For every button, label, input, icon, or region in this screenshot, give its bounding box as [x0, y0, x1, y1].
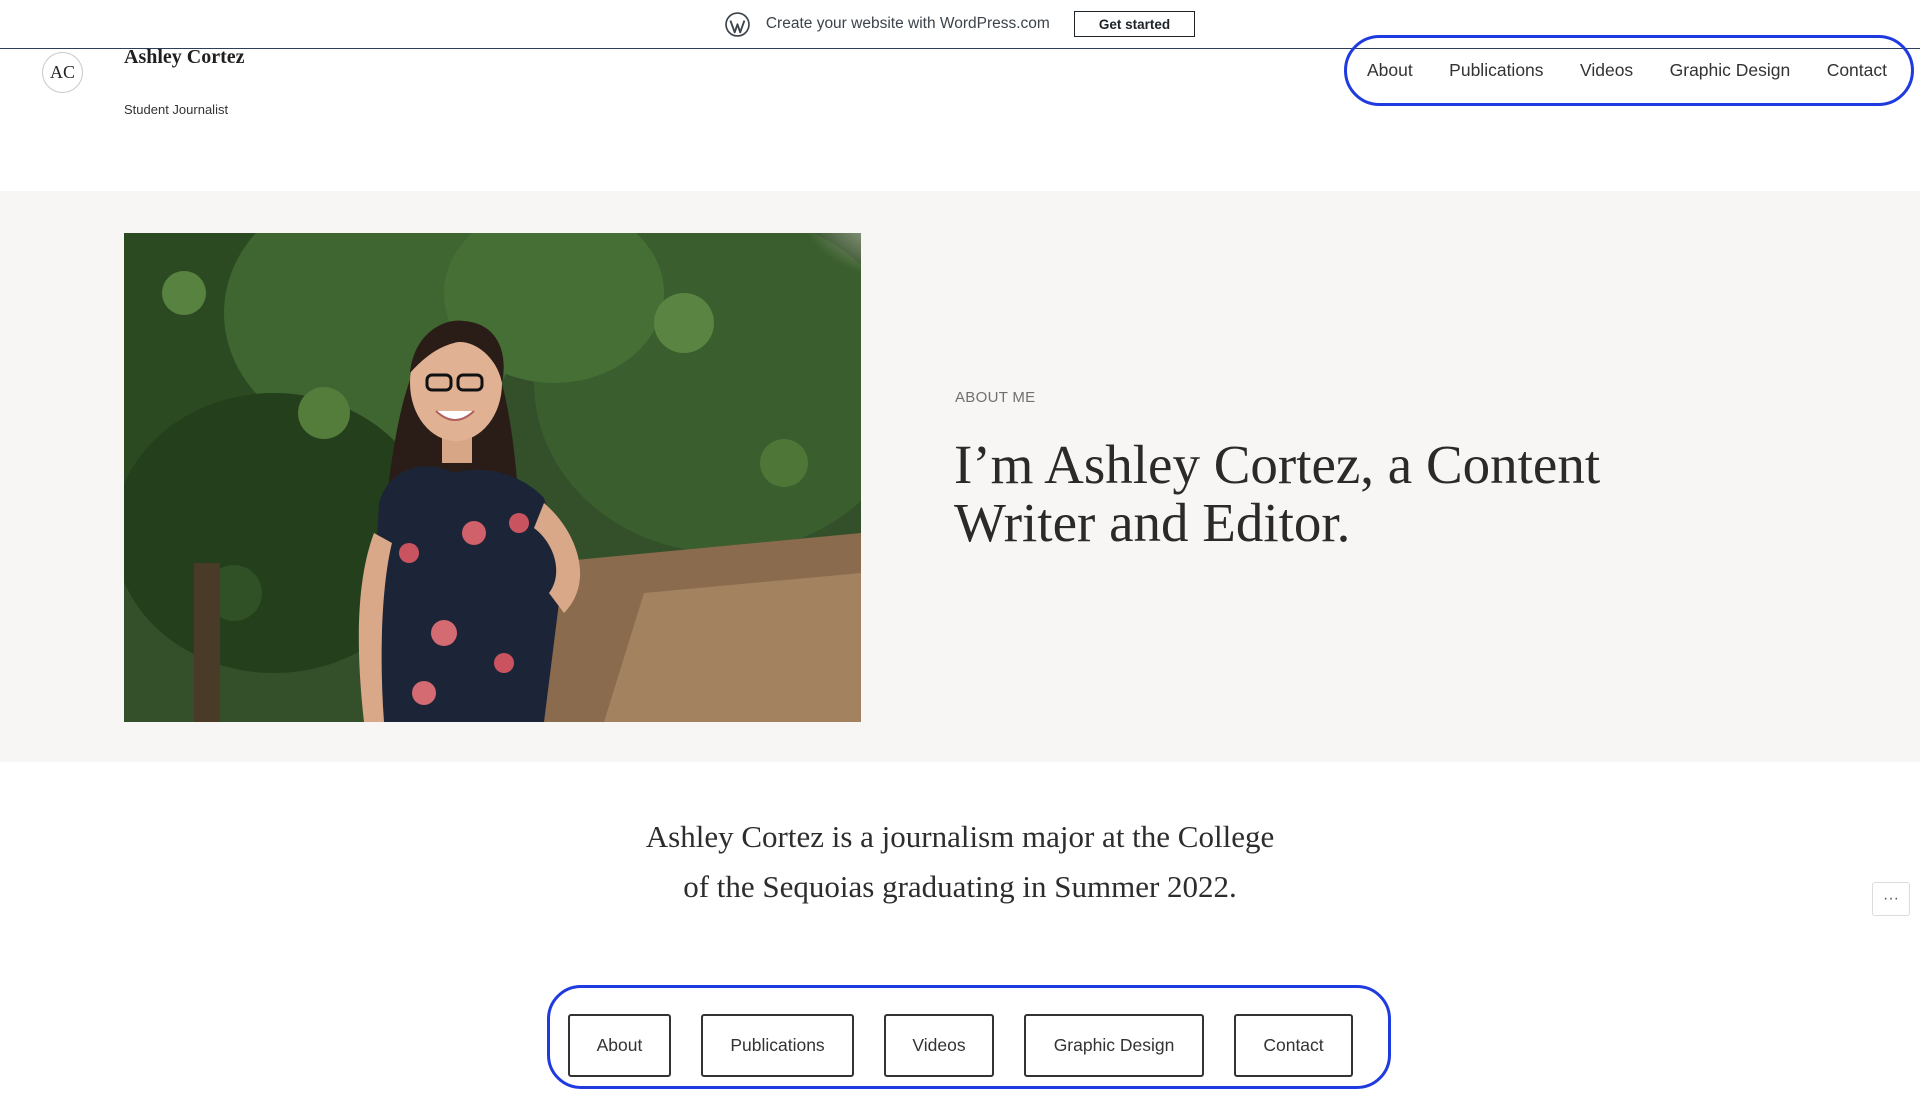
- primary-navigation: About Publications Videos Graphic Design…: [1344, 35, 1914, 106]
- nav-link-about[interactable]: About: [1367, 60, 1413, 81]
- nav-link-videos[interactable]: Videos: [1580, 60, 1633, 81]
- get-started-button[interactable]: Get started: [1073, 11, 1196, 37]
- publications-button[interactable]: Publications: [701, 1014, 854, 1077]
- ellipsis-icon[interactable]: ···: [1872, 882, 1910, 916]
- wordpress-logo-icon[interactable]: [725, 11, 750, 37]
- about-me-label: ABOUT ME: [955, 389, 1036, 406]
- site-logo[interactable]: AC: [42, 52, 83, 93]
- graphic-design-button[interactable]: Graphic Design: [1024, 1014, 1204, 1077]
- site-title[interactable]: Ashley Cortez: [124, 46, 245, 69]
- nav-link-publications[interactable]: Publications: [1449, 60, 1543, 81]
- nav-link-contact[interactable]: Contact: [1827, 60, 1887, 81]
- about-button[interactable]: About: [568, 1014, 671, 1077]
- site-tagline: Student Journalist: [124, 102, 229, 117]
- portrait-photo: [124, 233, 861, 722]
- contact-button[interactable]: Contact: [1234, 1014, 1353, 1077]
- hero-heading: I’m Ashley Cortez, a Content Writer and …: [954, 434, 1601, 553]
- videos-button[interactable]: Videos: [884, 1014, 994, 1077]
- nav-link-graphic-design[interactable]: Graphic Design: [1670, 60, 1791, 81]
- bio-text: Ashley Cortez is a journalism major at t…: [645, 819, 1275, 904]
- wordpress-promo-text[interactable]: Create your website with WordPress.com: [766, 15, 1050, 33]
